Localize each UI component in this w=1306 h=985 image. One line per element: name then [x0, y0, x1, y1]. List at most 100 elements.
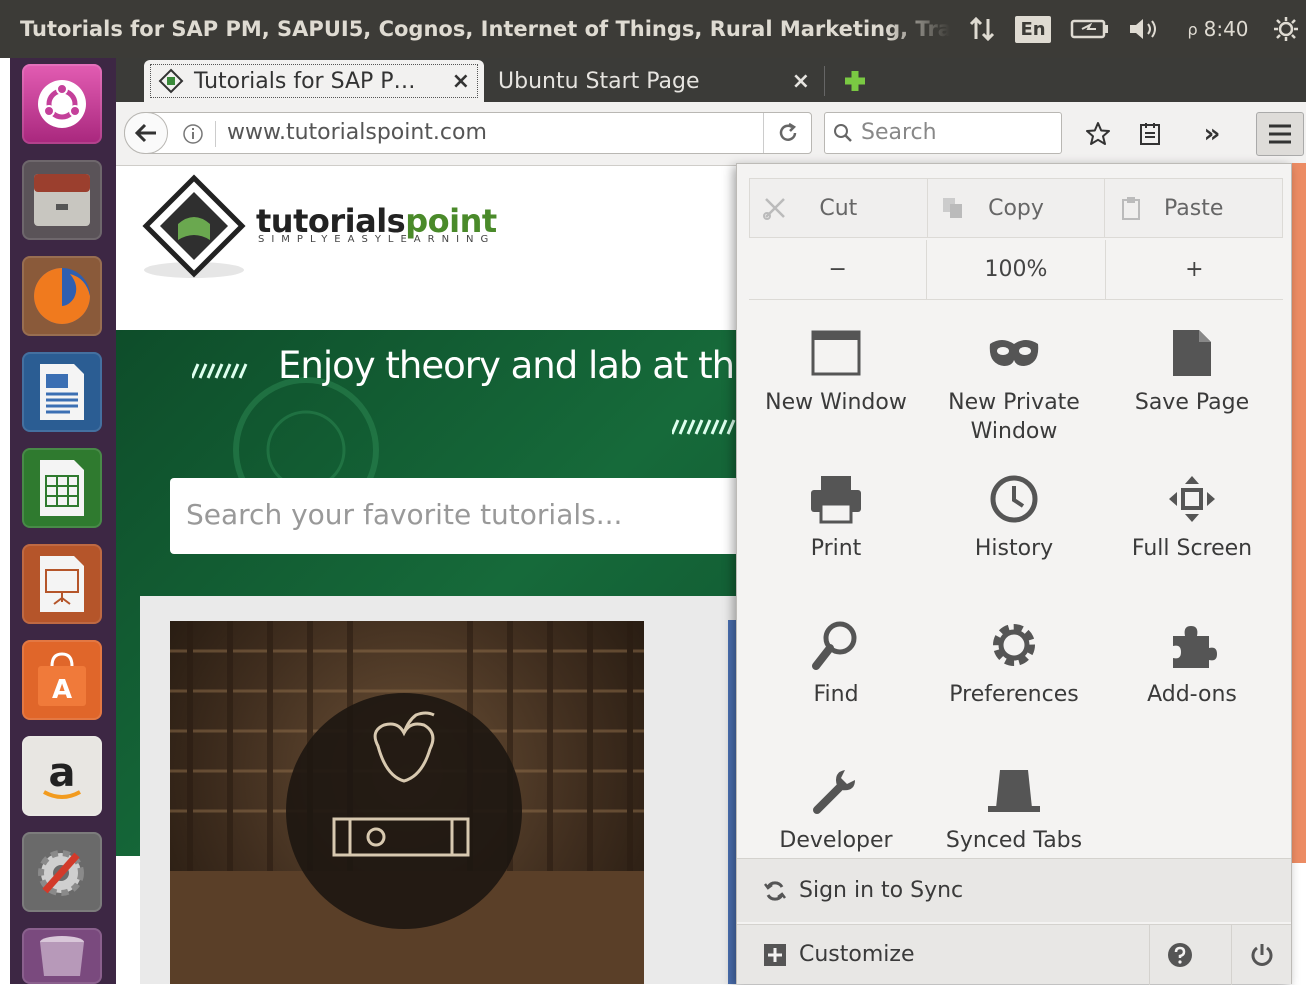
launcher-software-center-button[interactable]: A — [22, 640, 102, 720]
scissors-icon — [763, 198, 785, 220]
gear-icon — [989, 612, 1039, 678]
bookmarks-list-icon[interactable] — [1130, 114, 1170, 154]
save-page-icon — [1171, 320, 1213, 386]
tab-ubuntu-start-page[interactable]: Ubuntu Start Page × — [484, 60, 824, 102]
bookmark-star-icon[interactable] — [1078, 114, 1118, 154]
customize-label: Customize — [799, 942, 915, 967]
preferences-button[interactable]: Preferences — [925, 606, 1103, 746]
tutorial-search-input[interactable]: Search your favorite tutorials... — [170, 478, 770, 554]
launcher-system-settings-button[interactable] — [22, 832, 102, 912]
search-placeholder: Search — [861, 120, 937, 145]
hero-stripes-decoration — [672, 419, 736, 435]
url-bar[interactable]: www.tutorialspoint.com — [124, 112, 812, 154]
history-button[interactable]: History — [925, 460, 1103, 600]
full-screen-button[interactable]: Full Screen — [1103, 460, 1281, 600]
new-window-icon — [810, 320, 862, 386]
launcher-amazon-button[interactable]: a — [22, 736, 102, 816]
hero-headline: Enjoy theory and lab at the s — [278, 344, 786, 387]
launcher-writer-button[interactable] — [22, 352, 102, 432]
tab-label: Ubuntu Start Page — [498, 68, 700, 94]
menu-item-label: Find — [813, 682, 859, 707]
navigation-bar: www.tutorialspoint.com Search » — [116, 102, 1306, 166]
menu-item-label: Developer — [779, 828, 893, 853]
copy-button[interactable]: Copy — [928, 179, 1106, 237]
add-ons-button[interactable]: Add-ons — [1103, 606, 1281, 746]
svg-text:a: a — [49, 750, 76, 796]
back-arrow-icon — [134, 123, 156, 143]
hamburger-menu-button[interactable] — [1256, 112, 1304, 156]
back-button[interactable] — [124, 112, 168, 154]
volume-icon[interactable] — [1124, 0, 1166, 58]
new-window-button[interactable]: New Window — [747, 314, 925, 454]
content-edge — [728, 620, 736, 984]
logo-tagline: SIMPLYEASYLEARNING — [258, 234, 496, 245]
quit-button[interactable] — [1231, 925, 1291, 985]
puzzle-icon — [1167, 612, 1217, 678]
launcher-files-button[interactable] — [22, 160, 102, 240]
search-icon — [831, 121, 855, 145]
window-title: Tutorials for SAP PM, SAPUI5, Cognos, In… — [20, 17, 950, 41]
search-box[interactable]: Search — [824, 112, 1062, 154]
menu-item-label: Add-ons — [1147, 682, 1237, 707]
customize-button[interactable]: Customize — [737, 924, 1291, 985]
keyboard-layout-label: En — [1015, 15, 1051, 43]
presentation-icon — [40, 556, 84, 612]
launcher-impress-button[interactable] — [22, 544, 102, 624]
tutorial-card-image[interactable] — [170, 621, 644, 984]
new-tab-plus-icon[interactable] — [838, 64, 872, 98]
launcher-dash-button[interactable] — [22, 64, 102, 144]
power-icon — [1251, 944, 1272, 966]
printer-icon — [809, 466, 863, 532]
help-icon — [1167, 943, 1192, 967]
amazon-icon: a — [43, 750, 81, 799]
settings-gear-icon — [38, 850, 84, 896]
paste-button[interactable]: Paste — [1105, 179, 1282, 237]
synced-tabs-icon — [986, 758, 1042, 824]
launcher-trash-button[interactable] — [22, 928, 102, 984]
tab-tutorials[interactable]: Tutorials for SAP P… × — [144, 60, 484, 102]
paste-label: Paste — [1163, 195, 1224, 221]
menu-item-label: Preferences — [949, 682, 1079, 707]
url-divider — [763, 113, 764, 153]
save-page-button[interactable]: Save Page — [1103, 314, 1281, 454]
unity-launcher: A a — [10, 58, 116, 984]
url-text[interactable]: www.tutorialspoint.com — [227, 120, 487, 145]
clock-icon — [989, 466, 1039, 532]
sign-in-to-sync-button[interactable]: Sign in to Sync — [737, 858, 1291, 922]
new-private-window-button[interactable]: New Private Window — [925, 314, 1103, 454]
battery-icon[interactable] — [1066, 0, 1114, 58]
tab-strip: Tutorials for SAP P… × Ubuntu Start Page… — [116, 58, 1306, 102]
copy-label: Copy — [988, 195, 1044, 221]
help-button[interactable] — [1149, 925, 1209, 985]
tutorialspoint-logo[interactable] — [142, 174, 252, 288]
close-tab-icon[interactable]: × — [792, 69, 810, 94]
cut-button[interactable]: Cut — [750, 179, 928, 237]
writer-document-icon — [40, 364, 84, 420]
clipboard-icon — [1122, 197, 1141, 220]
keyboard-indicator[interactable]: En — [1014, 0, 1052, 58]
zoom-in-button[interactable]: + — [1106, 240, 1283, 299]
hamburger-icon — [1269, 124, 1291, 144]
tab-divider — [824, 66, 825, 96]
menu-item-label: Full Screen — [1131, 536, 1253, 561]
launcher-calc-button[interactable] — [22, 448, 102, 528]
find-button[interactable]: Find — [747, 606, 925, 746]
menu-item-label: New Window — [765, 390, 907, 415]
menu-item-label: Print — [810, 536, 862, 561]
clock-indicator[interactable]: ρ 8:40 — [1178, 0, 1258, 58]
file-cabinet-icon — [34, 174, 90, 226]
launcher-firefox-button[interactable] — [22, 256, 102, 336]
print-button[interactable]: Print — [747, 460, 925, 600]
reload-button[interactable] — [765, 113, 811, 153]
zoom-reset-button[interactable]: 100% — [927, 240, 1106, 299]
site-info-icon[interactable] — [181, 122, 205, 146]
spreadsheet-icon — [40, 460, 84, 516]
system-settings-icon[interactable] — [1266, 0, 1306, 58]
overflow-chevron-icon[interactable]: » — [1192, 114, 1232, 154]
network-arrows-icon[interactable] — [962, 0, 1002, 58]
chat-status-icon: ρ — [1187, 19, 1198, 39]
close-tab-icon[interactable]: × — [452, 69, 470, 94]
copy-icon — [942, 198, 962, 218]
tab-focus-ring — [150, 64, 478, 98]
zoom-out-button[interactable]: − — [749, 240, 928, 299]
